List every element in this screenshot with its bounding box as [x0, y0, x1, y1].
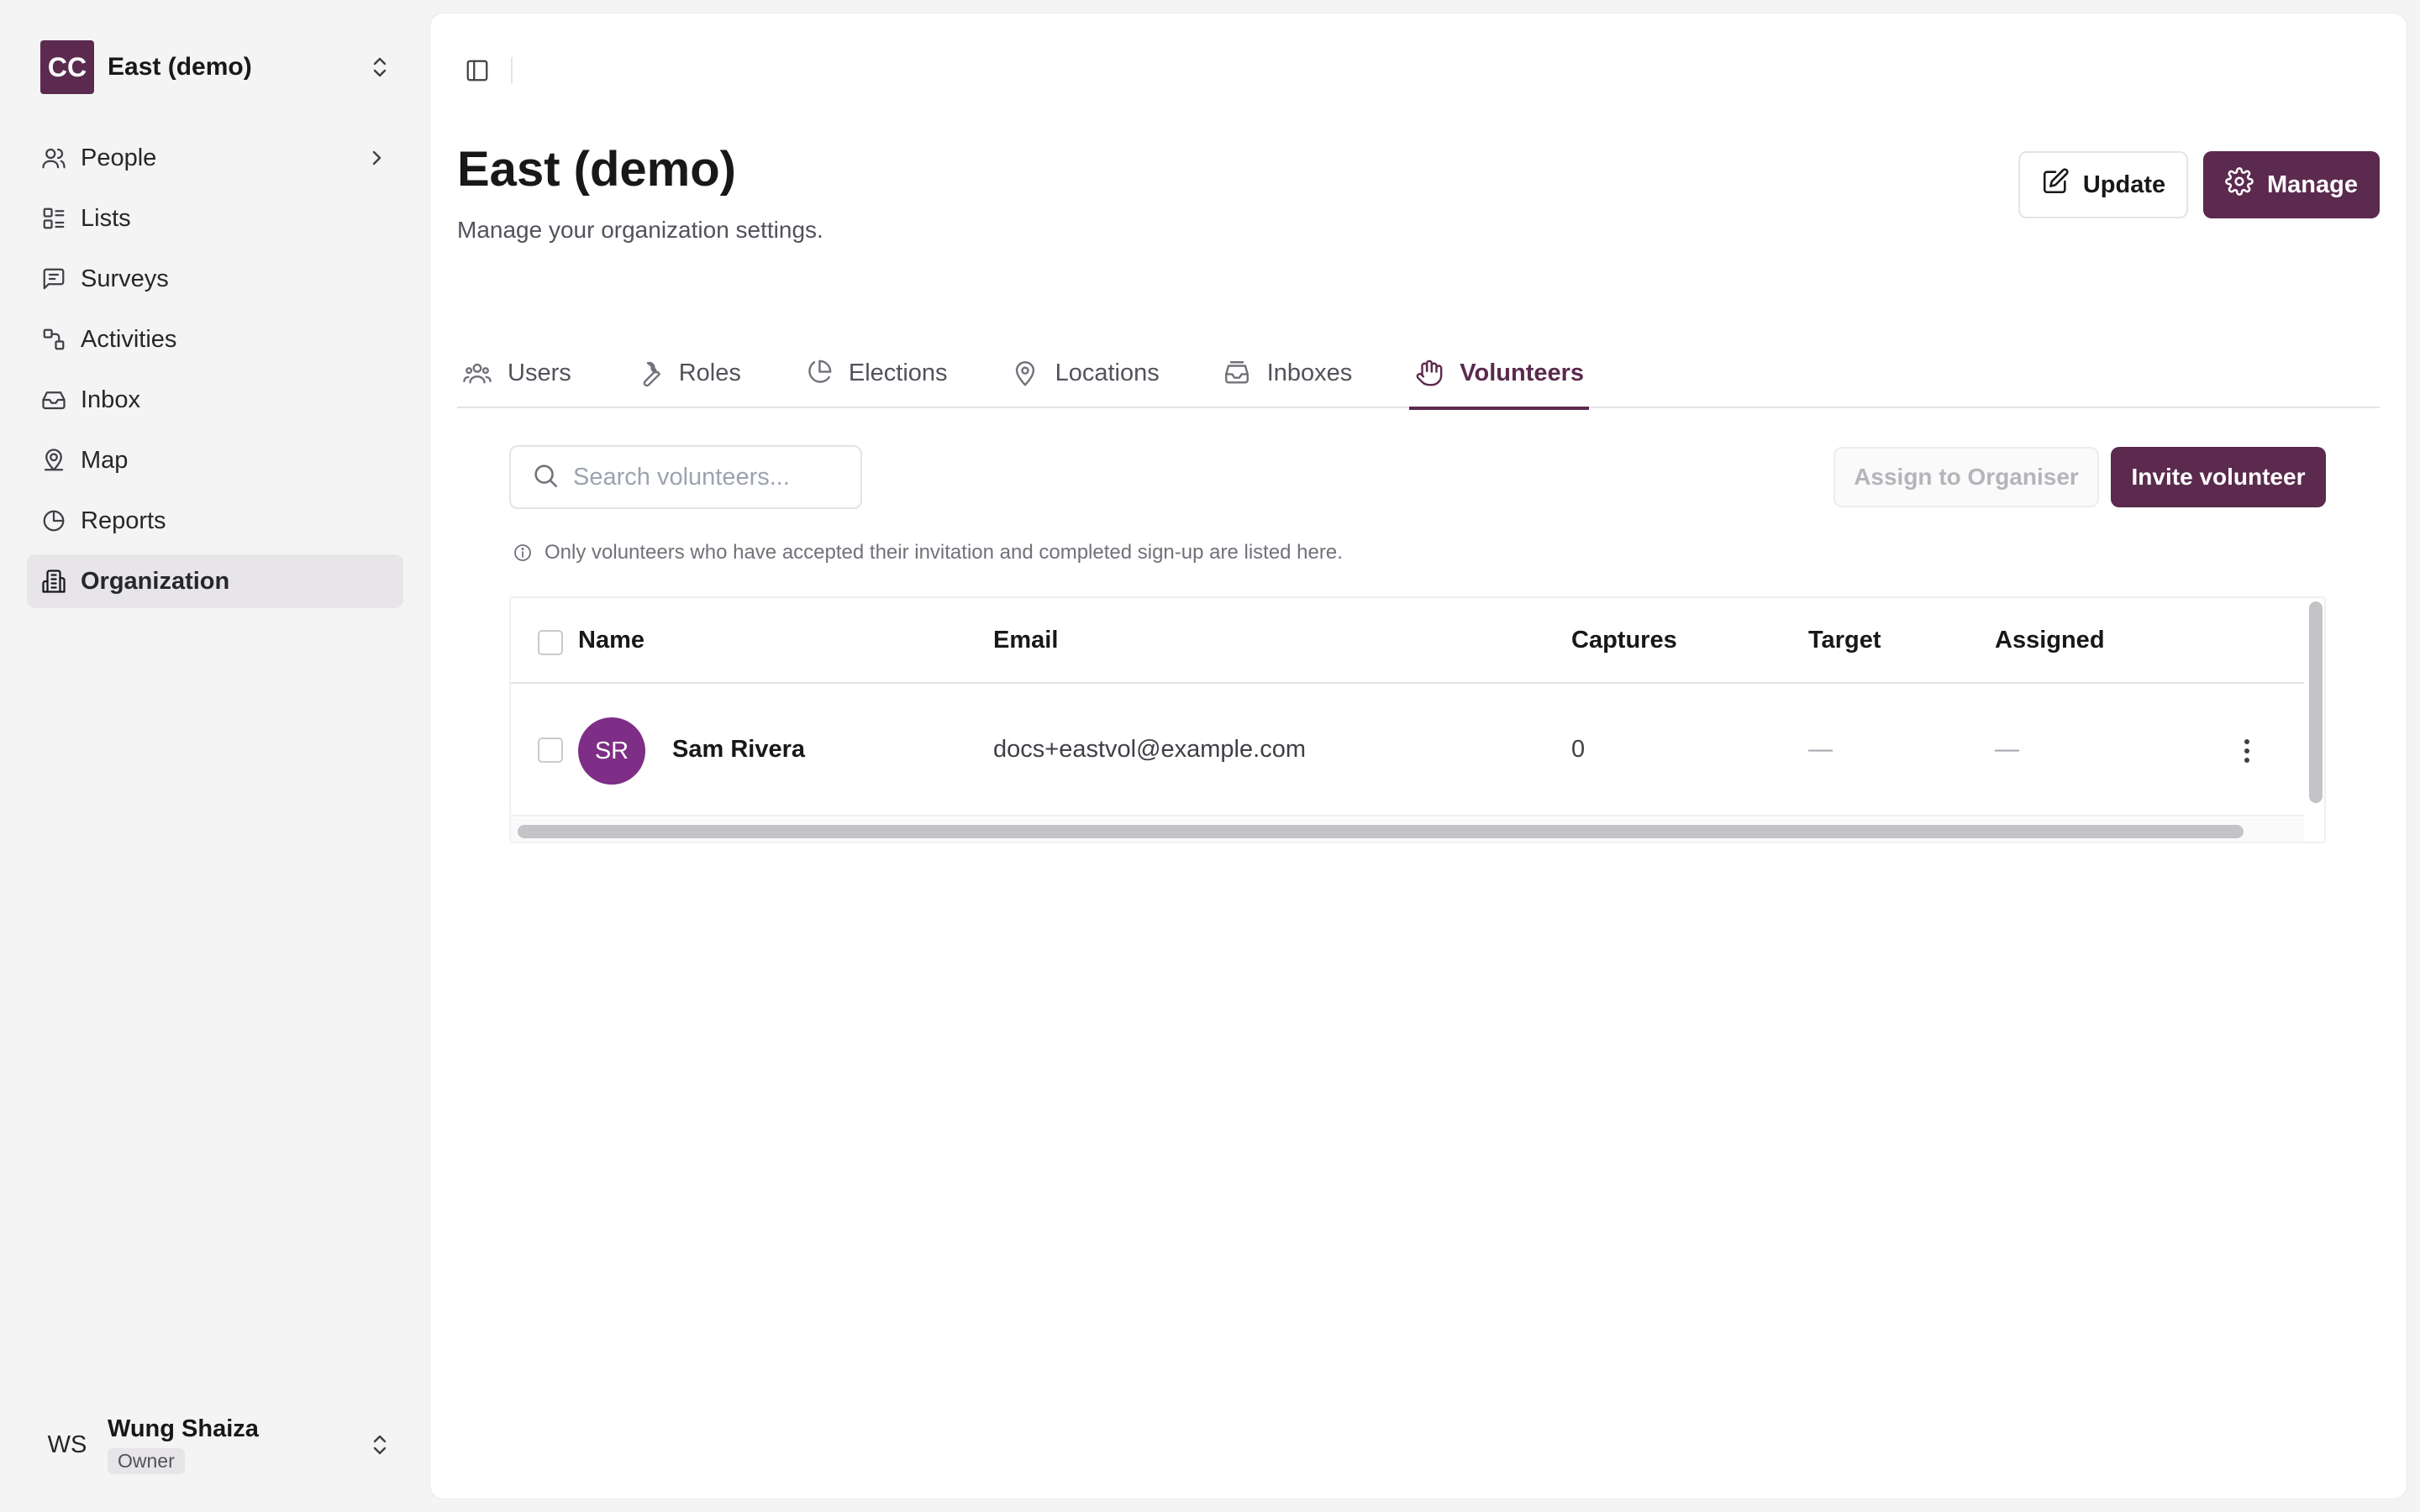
- map-pin-icon: [1010, 358, 1040, 388]
- topbar-divider: [511, 57, 513, 84]
- page-subtitle: Manage your organization settings.: [457, 217, 823, 243]
- tab-locations[interactable]: Locations: [1005, 338, 1165, 408]
- row-checkbox[interactable]: [538, 738, 563, 763]
- org-name: East (demo): [108, 53, 252, 81]
- page-title: East (demo): [457, 142, 736, 197]
- edit-icon: [2041, 167, 2070, 202]
- sidebar-item-lists[interactable]: Lists: [27, 192, 403, 245]
- sidebar-item-reports[interactable]: Reports: [27, 494, 403, 548]
- column-name[interactable]: Name: [578, 627, 644, 654]
- more-vertical-icon: [2244, 739, 2249, 763]
- chevron-right-icon: [363, 144, 390, 171]
- users-icon: [462, 358, 492, 388]
- search-input[interactable]: [573, 463, 890, 491]
- tab-label: Elections: [848, 359, 948, 386]
- user-role-badge: Owner: [108, 1448, 185, 1474]
- table-header: Name Email Captures Target Assigned: [511, 598, 2304, 684]
- sidebar: CC East (demo) People Lists Surveys Acti…: [0, 0, 430, 1512]
- tab-label: Inboxes: [1266, 359, 1353, 386]
- sidebar-toggle-icon: [466, 60, 488, 81]
- sidebar-item-label: Activities: [81, 325, 177, 353]
- chevrons-up-down-icon: [366, 54, 393, 81]
- sidebar-item-label: Surveys: [81, 265, 169, 292]
- user-menu[interactable]: WS Wung Shaiza Owner: [40, 1411, 393, 1478]
- user-name: Wung Shaiza: [108, 1415, 259, 1442]
- volunteers-info-note: Only volunteers who have accepted their …: [513, 541, 1343, 564]
- search-icon: [531, 461, 560, 494]
- gear-icon: [2225, 167, 2254, 202]
- volunteer-name: Sam Rivera: [672, 736, 805, 763]
- survey-icon: [40, 265, 67, 292]
- tab-elections[interactable]: Elections: [798, 338, 953, 408]
- tab-users[interactable]: Users: [457, 338, 576, 408]
- update-button-label: Update: [2082, 171, 2166, 198]
- org-logo: CC: [40, 40, 94, 94]
- sidebar-item-label: Map: [81, 446, 129, 474]
- pie-chart-icon: [803, 358, 834, 388]
- settings-tabs: Users Roles Elections Locations Inboxes: [457, 338, 2380, 410]
- chevrons-up-down-icon: [366, 1431, 393, 1458]
- manage-button-label: Manage: [2267, 171, 2358, 198]
- topbar: [457, 50, 513, 91]
- activities-icon: [40, 326, 67, 353]
- sidebar-item-inbox[interactable]: Inbox: [27, 373, 403, 427]
- tab-label: Roles: [678, 359, 741, 386]
- tab-label: Locations: [1055, 359, 1160, 386]
- assign-to-organiser-button[interactable]: Assign to Organiser: [1833, 447, 2099, 507]
- wrench-icon: [634, 358, 664, 388]
- select-all-checkbox[interactable]: [538, 630, 563, 655]
- column-email[interactable]: Email: [993, 627, 1058, 654]
- info-icon: [513, 543, 533, 563]
- sidebar-item-label: Reports: [81, 507, 166, 534]
- column-assigned[interactable]: Assigned: [1995, 627, 2105, 654]
- vertical-scrollbar[interactable]: [2309, 601, 2323, 803]
- sidebar-item-people[interactable]: People: [27, 131, 403, 185]
- volunteer-target: —: [1808, 736, 1833, 763]
- reports-icon: [40, 507, 67, 534]
- sidebar-item-label: Lists: [81, 204, 131, 232]
- sidebar-item-label: Inbox: [81, 386, 140, 413]
- sidebar-item-map[interactable]: Map: [27, 433, 403, 487]
- update-button[interactable]: Update: [2018, 151, 2188, 218]
- sidebar-item-organization[interactable]: Organization: [27, 554, 403, 608]
- inboxes-icon: [1222, 358, 1252, 388]
- sidebar-item-label: Organization: [81, 567, 230, 595]
- organization-icon: [40, 568, 67, 595]
- tab-inboxes[interactable]: Inboxes: [1217, 338, 1358, 408]
- sidebar-nav: People Lists Surveys Activities Inbox Ma…: [27, 131, 403, 615]
- table-row[interactable]: SR Sam Rivera docs+eastvol@example.com 0…: [511, 685, 2304, 816]
- volunteer-captures: 0: [1571, 736, 1586, 763]
- user-info: Wung Shaiza Owner: [108, 1415, 366, 1474]
- tab-label: Volunteers: [1460, 359, 1585, 386]
- user-avatar: WS: [47, 1431, 87, 1458]
- org-switcher[interactable]: CC East (demo): [40, 40, 393, 94]
- sidebar-item-activities[interactable]: Activities: [27, 312, 403, 366]
- row-actions-button[interactable]: [2233, 736, 2260, 766]
- people-icon: [40, 144, 67, 171]
- column-target[interactable]: Target: [1808, 627, 1881, 654]
- volunteer-email: docs+eastvol@example.com: [993, 736, 1306, 763]
- manage-button[interactable]: Manage: [2203, 151, 2380, 218]
- map-icon: [40, 447, 67, 474]
- volunteer-assigned: —: [1995, 736, 2019, 763]
- list-icon: [40, 205, 67, 232]
- search-volunteers[interactable]: [509, 445, 890, 509]
- column-captures[interactable]: Captures: [1571, 627, 1677, 654]
- tab-volunteers[interactable]: Volunteers: [1409, 338, 1589, 410]
- sidebar-item-surveys[interactable]: Surveys: [27, 252, 403, 306]
- main-panel: East (demo) Manage your organization set…: [430, 13, 2407, 1499]
- tab-label: Users: [508, 359, 571, 386]
- info-note-text: Only volunteers who have accepted their …: [544, 541, 1343, 564]
- volunteer-avatar: SR: [578, 717, 645, 785]
- volunteers-table: Name Email Captures Target Assigned SR S…: [509, 596, 2326, 843]
- hand-icon: [1414, 358, 1444, 388]
- horizontal-scrollbar[interactable]: [518, 825, 2244, 838]
- sidebar-toggle-button[interactable]: [457, 50, 497, 91]
- tab-roles[interactable]: Roles: [629, 338, 746, 408]
- inbox-icon: [40, 386, 67, 413]
- sidebar-item-label: People: [81, 144, 157, 171]
- invite-volunteer-button[interactable]: Invite volunteer: [2111, 447, 2326, 507]
